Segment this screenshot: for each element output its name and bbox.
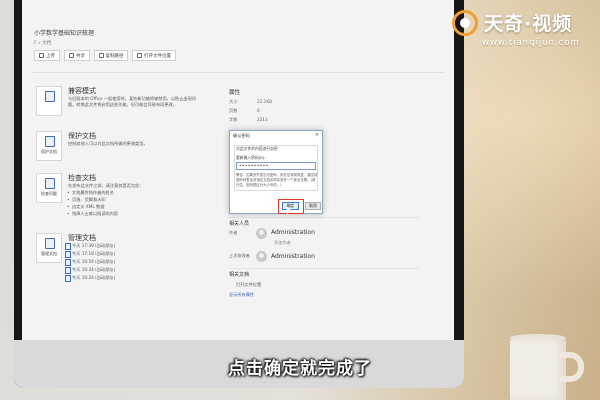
protect-text: 控制其他人可以对此文档所做的更改类型。: [68, 141, 148, 146]
inspect-bullet: 文档属性和作者的姓名: [67, 190, 114, 196]
author-label: 作者: [229, 230, 238, 235]
compat-title: 兼容模式: [68, 87, 96, 95]
upload-button[interactable]: 上传: [34, 50, 60, 61]
property-value: 2213: [257, 117, 268, 122]
logo-icon: [452, 10, 478, 36]
property-key: 大小: [229, 99, 238, 104]
inspect-bullet: 残障人士难以阅读的内容: [67, 211, 118, 217]
close-icon[interactable]: ×: [315, 132, 319, 138]
open-location-button[interactable]: 打开文件位置: [132, 50, 176, 61]
inspect-title: 检查文档: [68, 174, 96, 182]
password-input[interactable]: ••••••••••: [236, 162, 316, 170]
modifier-label: 上次修改者: [229, 253, 250, 258]
section-divider: [229, 217, 419, 218]
property-value: 22.1KB: [257, 99, 272, 104]
avatar: [256, 228, 267, 239]
password-warning: 警告：如果丢失或忘记密码，则无法将其恢复。建议将密码列表及其相应文档名称存放在一…: [236, 173, 318, 187]
avatar: [256, 251, 267, 262]
property-key: 字数: [229, 117, 238, 122]
brand-watermark: 天奇·视频 www.tianqijun.com: [452, 8, 597, 52]
lock-icon: [45, 136, 55, 147]
confirm-password-dialog: 确认密码 × 对此文件的内容进行加密 重新输入密码(R): ••••••••••…: [229, 130, 323, 214]
copy-path-icon: [98, 53, 104, 58]
inspect-icon: [45, 178, 55, 189]
brand-url: www.tianqijun.com: [482, 38, 580, 48]
related-docs-heading: 相关文档: [229, 272, 250, 278]
version-item[interactable]: 今天 17:18 (自动保存): [64, 251, 115, 258]
add-author-link[interactable]: 添加作者: [274, 240, 291, 246]
inspect-bullet: 页眉、页脚和水印: [67, 197, 105, 203]
modifier-name[interactable]: Administration: [271, 253, 315, 260]
property-value: 6: [257, 108, 260, 113]
subtitle-caption: 点击确定就完成了: [228, 359, 372, 379]
document-title: 小学数学基础知识梳理: [34, 30, 95, 37]
protect-title: 保护文档: [68, 132, 96, 140]
inspect-bullet: 自定义 XML 数据: [67, 204, 104, 210]
property-key: 页数: [229, 108, 238, 113]
dialog-title: 确认密码: [233, 133, 250, 138]
version-item[interactable]: 今天 17:39 (自动保存): [64, 243, 115, 250]
check-issues-button[interactable]: 检查问题: [36, 173, 62, 203]
manage-icon: [45, 238, 55, 249]
compat-text: 与旧版本的 Office 一起使用时，某些新功能将被禁用，以防止出现问题。转换此…: [68, 96, 196, 107]
inspect-text: 在发布此文件之前，请注意其是否包含：: [68, 183, 144, 188]
manage-document-button[interactable]: 管理文档: [36, 233, 62, 263]
reenter-password-label: 重新输入密码(R):: [236, 155, 266, 160]
author-name[interactable]: Administration: [271, 229, 315, 236]
upload-icon: [39, 53, 44, 58]
convert-button[interactable]: [36, 86, 62, 116]
show-all-properties-link[interactable]: 显示所有属性: [229, 292, 254, 298]
cancel-button[interactable]: 取消: [305, 202, 321, 210]
folder-icon: [137, 53, 142, 58]
properties-heading[interactable]: 属性: [229, 88, 240, 96]
share-button[interactable]: 共享: [64, 50, 90, 61]
section-divider: [229, 268, 419, 269]
version-item[interactable]: 今天 16:34 (自动保存): [64, 267, 115, 274]
document-path: F » 文档: [34, 41, 52, 46]
brand-name: 天奇·视频: [484, 13, 573, 35]
copy-path-button[interactable]: 复制路径: [94, 50, 128, 61]
toolbar-divider: [32, 72, 444, 73]
monitor-screen: 小学数学基础知识梳理 F » 文档 上传 共享 复制路径 打开文件位置 兼容模式…: [22, 0, 454, 340]
version-item[interactable]: 今天 16:54 (自动保存): [64, 259, 115, 266]
share-icon: [69, 53, 74, 58]
document-icon: [45, 91, 55, 102]
dialog-description: 对此文件的内容进行加密: [236, 146, 278, 151]
open-file-location-link[interactable]: 打开文件位置: [236, 282, 261, 288]
manage-title: 管理文档: [68, 234, 96, 242]
version-item[interactable]: 今天 16:24 (自动保存): [64, 275, 115, 282]
protect-document-button[interactable]: 保护文档: [36, 131, 62, 161]
related-people-heading: 相关人员: [229, 221, 250, 227]
